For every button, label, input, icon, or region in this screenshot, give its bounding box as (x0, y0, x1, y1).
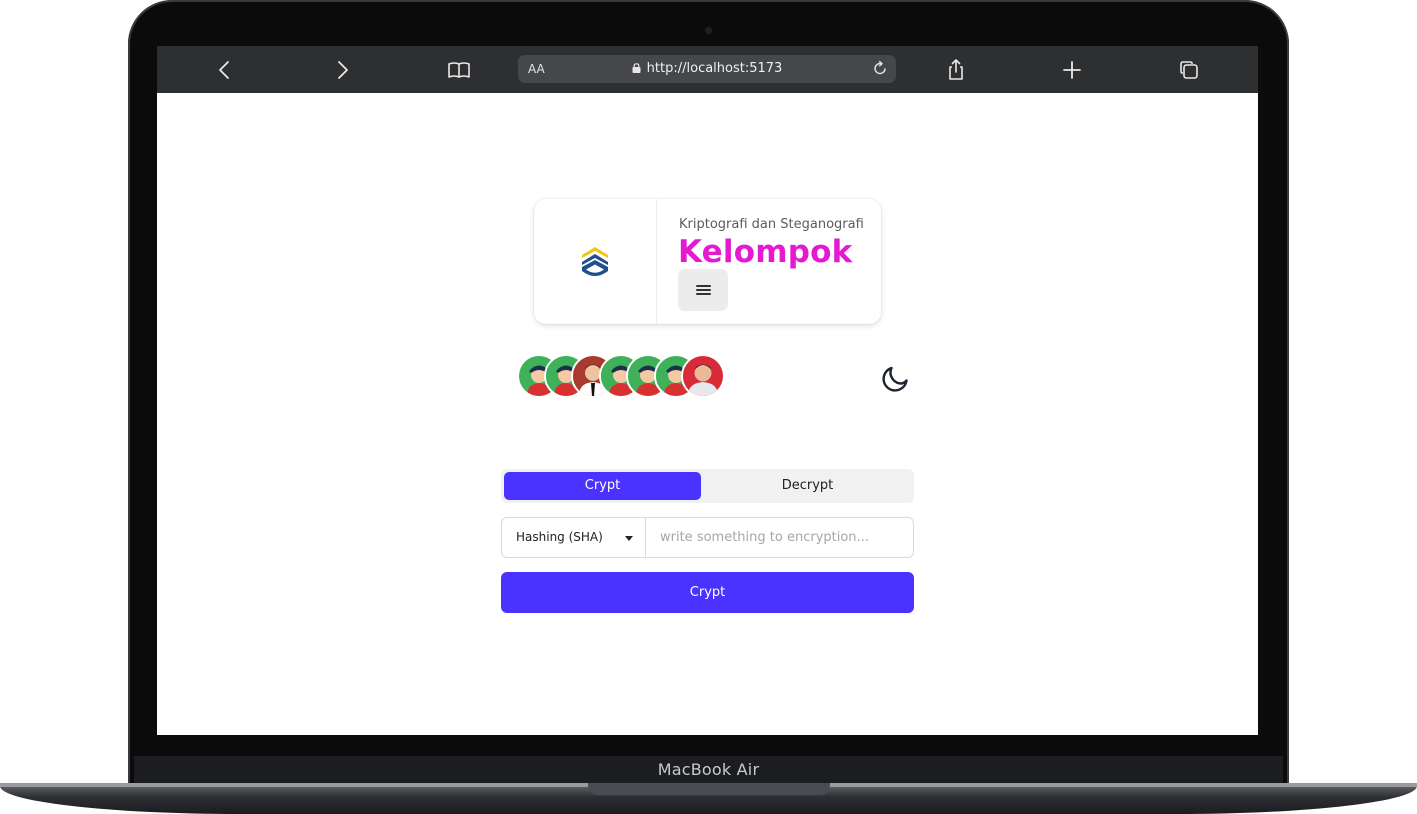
camera (705, 27, 712, 34)
crypt-button[interactable]: Crypt (501, 572, 914, 613)
message-input[interactable] (647, 518, 913, 557)
header-card: Kriptografi dan Steganografi Kelompok 9 (534, 199, 881, 324)
header-subtitle: Kriptografi dan Steganografi (679, 217, 864, 232)
lock-icon (632, 63, 641, 73)
laptop-chin: MacBook Air (134, 756, 1283, 786)
new-tab-icon[interactable] (1059, 57, 1085, 83)
reload-icon[interactable] (872, 60, 889, 77)
url-text: http://localhost:5173 (646, 61, 783, 76)
moon-icon[interactable] (879, 360, 913, 394)
menu-button[interactable] (678, 269, 728, 311)
browser-toolbar: AA http://localhost:5173 (157, 46, 1258, 93)
tab-decrypt[interactable]: Decrypt (704, 472, 911, 500)
laptop-notch (588, 783, 830, 795)
address-bar[interactable]: AA http://localhost:5173 (518, 55, 896, 83)
tabs-overview-icon[interactable] (1177, 57, 1203, 83)
hamburger-icon (696, 285, 711, 287)
url-display[interactable]: http://localhost:5173 (518, 61, 896, 76)
avatar[interactable] (681, 354, 725, 398)
method-select[interactable]: Hashing (SHA) (502, 518, 646, 557)
share-icon[interactable] (943, 57, 969, 83)
device-label: MacBook Air (657, 760, 760, 779)
caret-down-icon (625, 536, 633, 541)
back-icon[interactable] (212, 57, 238, 83)
crypt-form: Hashing (SHA) (501, 517, 914, 558)
mode-tabs: Crypt Decrypt (501, 469, 914, 503)
laptop-mockup: AA http://localhost:5173 Kriptografi dan… (0, 0, 1417, 814)
forward-icon[interactable] (329, 57, 355, 83)
browser-window: AA http://localhost:5173 Kriptografi dan… (157, 46, 1258, 735)
method-select-value: Hashing (SHA) (516, 530, 603, 544)
tab-crypt[interactable]: Crypt (504, 472, 701, 500)
university-logo-icon (582, 247, 608, 276)
bookmarks-icon[interactable] (446, 57, 472, 83)
logo (534, 199, 657, 324)
